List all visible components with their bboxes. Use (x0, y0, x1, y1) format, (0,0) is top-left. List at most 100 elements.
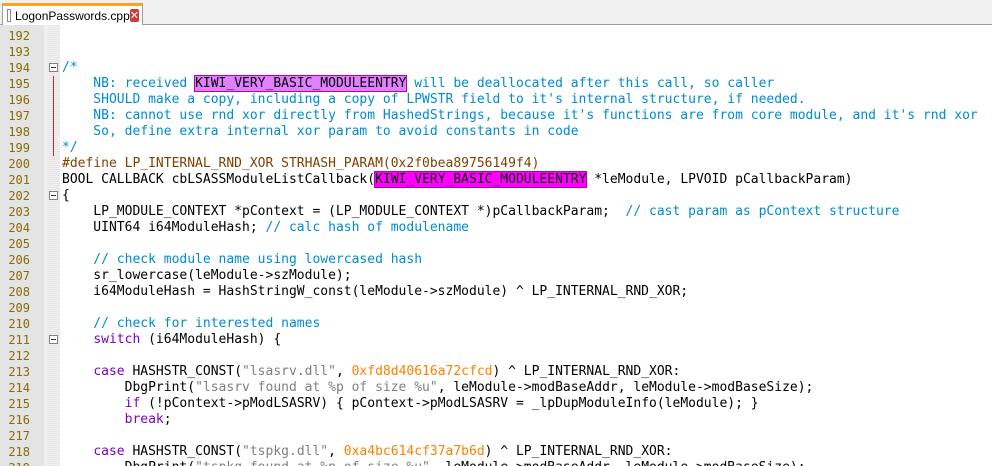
code-token: "lsasrv.dll" (242, 364, 336, 379)
line-number: 207 (8, 269, 30, 283)
code-line[interactable]: 193 (0, 44, 992, 60)
code-token: if (124, 396, 141, 411)
code-line[interactable]: 206 // check module name using lowercase… (0, 252, 992, 268)
code-text[interactable]: #define LP_INTERNAL_RND_XOR STRHASH_PARA… (62, 156, 539, 172)
code-token: BOOL CALLBACK cbLSASSModuleListCallback (62, 172, 368, 187)
code-text[interactable]: switch (i64ModuleHash) { (62, 332, 281, 348)
line-number: 215 (8, 397, 30, 411)
code-text[interactable]: sr_lowercase(leModule->szModule); (62, 268, 351, 284)
code-line[interactable]: 197 NB: cannot use rnd xor directly from… (0, 108, 992, 124)
code-token: UINT64 i64ModuleHash; (62, 220, 266, 235)
document-icon (7, 9, 12, 22)
code-line[interactable]: 219 DbgPrint("tspkg found at %p of size … (0, 460, 992, 466)
tab-filename: LogonPasswords.cpp (15, 8, 130, 23)
code-token: ) ^ LP_INTERNAL_RND_XOR: (492, 364, 681, 379)
code-token: ( (367, 172, 376, 187)
code-text[interactable]: break; (62, 412, 172, 428)
line-number: 216 (8, 413, 30, 427)
line-number: 193 (8, 45, 30, 59)
code-text[interactable]: DbgPrint("lsasrv found at %p of size %u"… (62, 380, 814, 396)
code-line[interactable]: 194 /* (0, 60, 992, 76)
code-text[interactable]: // check for interested names (62, 316, 320, 332)
code-line[interactable]: 218 case HASHSTR_CONST("tspkg.dll", 0xa4… (0, 444, 992, 460)
code-line[interactable]: 198 So, define extra internal xor param … (0, 124, 992, 140)
fold-collapse-icon[interactable] (49, 191, 58, 200)
code-line[interactable]: 209 (0, 300, 992, 316)
code-line[interactable]: 207 sr_lowercase(leModule->szModule); (0, 268, 992, 284)
code-line[interactable]: 214 DbgPrint("lsasrv found at %p of size… (0, 380, 992, 396)
code-line[interactable]: 216 break; (0, 412, 992, 428)
code-token: , (328, 444, 344, 459)
line-number: 202 (8, 189, 30, 203)
code-text[interactable]: if (!pContext->pModLSASRV) { pContext->p… (62, 396, 759, 412)
code-token: HASHSTR_CONST( (124, 364, 243, 379)
code-token: break (124, 412, 164, 427)
code-line[interactable]: 200 #define LP_INTERNAL_RND_XOR STRHASH_P… (0, 156, 992, 172)
code-text[interactable]: /* (62, 60, 78, 76)
fold-range-line (53, 140, 54, 156)
code-line[interactable]: 203 LP_MODULE_CONTEXT *pContext = (LP_MO… (0, 204, 992, 220)
code-text[interactable]: { (62, 188, 70, 204)
code-line[interactable]: 215 if (!pContext->pModLSASRV) { pContex… (0, 396, 992, 412)
code-text[interactable]: NB: received KIWI_VERY_BASIC_MODULEENTRY… (62, 75, 775, 92)
code-token: 0xa4bc614cf37a7b6d (343, 444, 485, 459)
code-line[interactable]: 201 BOOL CALLBACK cbLSASSModuleListCallba… (0, 171, 992, 188)
line-number: 197 (8, 109, 30, 123)
fold-collapse-icon[interactable] (49, 335, 58, 344)
code-token: case (93, 444, 125, 459)
code-text[interactable]: NB: cannot use rnd xor directly from Has… (62, 108, 977, 124)
code-token: #define LP_INTERNAL_RND_XOR STRHASH_PARA… (62, 156, 540, 171)
code-token: , leModule->modBaseAddr, leModule->modBa… (437, 380, 814, 395)
code-text[interactable]: i64ModuleHash = HashStringW_const(leModu… (62, 284, 688, 300)
line-number: 206 (8, 253, 30, 267)
code-text[interactable]: UINT64 i64ModuleHash; // calc hash of mo… (62, 220, 469, 236)
code-line[interactable]: 199 */ (0, 140, 992, 156)
code-editor[interactable]: 192 193 194/* 195 NB: received KIWI_VERY_BA… (0, 25, 992, 466)
code-line[interactable]: 213 case HASHSTR_CONST("lsasrv.dll", 0xf… (0, 364, 992, 380)
code-line[interactable]: 208 i64ModuleHash = HashStringW_const(le… (0, 284, 992, 300)
code-token: ; (163, 412, 172, 427)
code-line[interactable]: 212 (0, 348, 992, 364)
code-line[interactable]: 192 (0, 28, 992, 44)
code-line[interactable]: 211 switch (i64ModuleHash) { (0, 332, 992, 348)
line-number: 199 (8, 141, 30, 155)
code-line[interactable]: 202 { (0, 188, 992, 204)
code-text[interactable]: LP_MODULE_CONTEXT *pContext = (LP_MODULE… (62, 204, 899, 220)
code-text[interactable]: SHOULD make a copy, including a copy of … (62, 92, 806, 108)
code-token: switch (93, 332, 141, 347)
code-text[interactable]: case HASHSTR_CONST("tspkg.dll", 0xa4bc61… (62, 444, 672, 460)
line-number: 218 (8, 445, 30, 459)
code-line[interactable]: 217 (0, 428, 992, 444)
line-number: 213 (8, 365, 30, 379)
line-number: 201 (8, 173, 30, 187)
code-token: , (335, 364, 352, 379)
code-token: NB: received (62, 76, 196, 91)
code-line[interactable]: 204 UINT64 i64ModuleHash; // calc hash o… (0, 220, 992, 236)
search-highlight: KIWI_VERY_BASIC_MODULEENTRY (374, 171, 588, 188)
line-number: 192 (8, 29, 30, 43)
tab-logonpasswords[interactable]: LogonPasswords.cpp ✕ (2, 3, 143, 25)
code-token: SHOULD make a copy, including a copy of … (62, 92, 806, 107)
code-line[interactable]: 205 (0, 236, 992, 252)
fold-collapse-icon[interactable] (49, 63, 58, 72)
code-token: { (62, 188, 70, 203)
code-text[interactable]: DbgPrint("tspkg found at %p of size %u",… (62, 460, 806, 466)
code-text[interactable]: // check module name using lowercased ha… (62, 252, 422, 268)
code-text[interactable]: case HASHSTR_CONST("lsasrv.dll", 0xfd8d4… (62, 364, 680, 380)
code-token: will be deallocated after this call, so … (406, 76, 775, 91)
line-number: 195 (8, 77, 30, 91)
code-text[interactable]: BOOL CALLBACK cbLSASSModuleListCallback(… (62, 171, 853, 188)
code-line[interactable]: 196 SHOULD make a copy, including a copy… (0, 92, 992, 108)
search-highlight: KIWI_VERY_BASIC_MODULEENTRY (194, 75, 408, 92)
code-token: */ (62, 140, 78, 155)
code-line[interactable]: 195 NB: received KIWI_VERY_BASIC_MODULEE… (0, 75, 992, 92)
line-number: 204 (8, 221, 30, 235)
code-token: /* (62, 60, 78, 75)
line-number: 198 (8, 125, 30, 139)
code-token: i64ModuleHash = HashStringW_const(leModu… (62, 284, 689, 299)
code-text[interactable]: So, define extra internal xor param to a… (62, 124, 579, 140)
close-icon[interactable]: ✕ (129, 9, 139, 22)
code-line[interactable]: 210 // check for interested names (0, 316, 992, 332)
code-text[interactable]: */ (62, 140, 78, 156)
code-token: So, define extra internal xor param to a… (62, 124, 579, 139)
